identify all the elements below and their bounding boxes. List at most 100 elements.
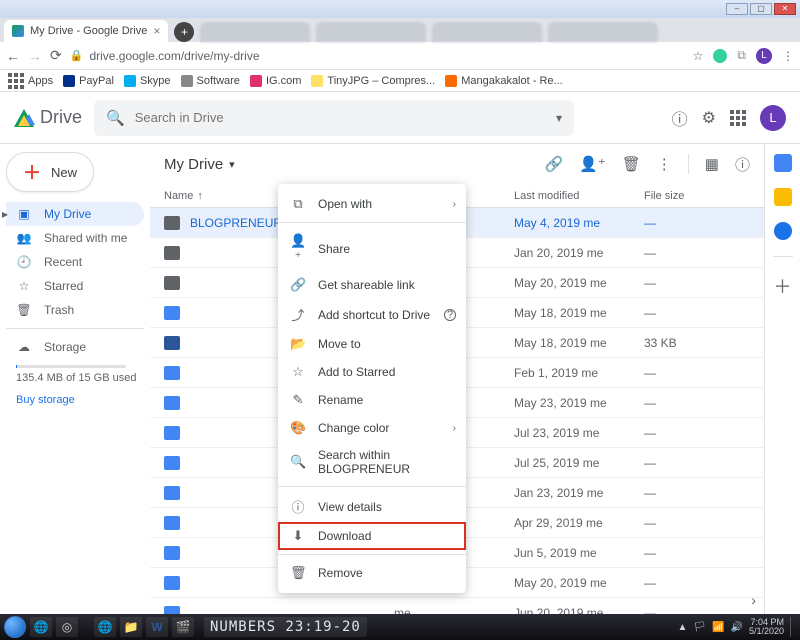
browser-tab-bg[interactable] bbox=[316, 22, 426, 42]
size-cell: — bbox=[644, 306, 750, 320]
get-link-icon[interactable]: 🔗 bbox=[544, 155, 563, 173]
ctx-move-to[interactable]: 📂Move to bbox=[278, 330, 466, 358]
extension-icon[interactable] bbox=[713, 49, 727, 63]
ctx-rename[interactable]: ✎Rename bbox=[278, 386, 466, 414]
sidebar-item-shared[interactable]: 👥Shared with me bbox=[6, 226, 144, 250]
window-close-button[interactable]: ✕ bbox=[774, 3, 796, 15]
details-icon[interactable]: ⓘ bbox=[735, 154, 750, 175]
tray-network-icon[interactable]: 📶 bbox=[712, 622, 724, 633]
file-type-icon bbox=[164, 606, 180, 615]
nav-reload-icon[interactable]: ⟳ bbox=[50, 47, 62, 64]
search-icon: 🔍 bbox=[106, 109, 125, 127]
bookmark-item[interactable]: PayPal bbox=[63, 75, 114, 87]
bookmark-item[interactable]: TinyJPG – Compres... bbox=[311, 75, 435, 87]
taskbar-app-chrome2[interactable]: 🌐 bbox=[94, 617, 116, 637]
move-icon: 📂 bbox=[290, 336, 306, 352]
taskbar-app-media[interactable]: 🎬 bbox=[172, 617, 194, 637]
ctx-add-shortcut[interactable]: ⤴Add shortcut to Drive? bbox=[278, 299, 466, 330]
browser-tab-bg[interactable] bbox=[200, 22, 310, 42]
bookmark-item[interactable]: Software bbox=[181, 75, 240, 87]
file-type-icon bbox=[164, 546, 180, 560]
bookmark-item[interactable]: IG.com bbox=[250, 75, 301, 87]
search-input[interactable] bbox=[135, 110, 546, 125]
new-tab-button[interactable]: + bbox=[174, 22, 194, 42]
drive-logo[interactable]: Drive bbox=[14, 107, 82, 128]
trash-icon: 🗑 bbox=[290, 565, 306, 581]
help-icon[interactable]: ⓘ bbox=[672, 106, 688, 130]
sidebar: ＋ New ▸ ▣ My Drive 👥Shared with me 🕘Rece… bbox=[0, 144, 150, 614]
profile-avatar[interactable]: L bbox=[756, 48, 772, 64]
taskbar-app-chrome[interactable]: 🌐 bbox=[30, 617, 52, 637]
bookmark-star-icon[interactable]: ☆ bbox=[693, 49, 704, 63]
buy-storage-link[interactable]: Buy storage bbox=[6, 394, 144, 406]
ctx-search-within[interactable]: 🔍Search within BLOGPRENEUR bbox=[278, 442, 466, 482]
ctx-open-with[interactable]: ⧉Open with› bbox=[278, 190, 466, 218]
sidebar-item-my-drive[interactable]: ▸ ▣ My Drive bbox=[6, 202, 144, 226]
path-row: My Drive ▾ 🔗 👤⁺ 🗑 ⋮ ▦ ⓘ bbox=[150, 144, 764, 184]
bookmark-item[interactable]: Skype bbox=[124, 75, 171, 87]
extension-icon[interactable]: ⧉ bbox=[737, 48, 746, 63]
tray-volume-icon[interactable]: 🔊 bbox=[731, 622, 743, 633]
tab-close-icon[interactable]: × bbox=[153, 24, 160, 38]
sidebar-item-trash[interactable]: 🗑Trash bbox=[6, 298, 144, 322]
address-bar[interactable]: 🔒 drive.google.com/drive/my-drive bbox=[70, 49, 685, 63]
ctx-view-details[interactable]: ⓘView details bbox=[278, 491, 466, 522]
nav-back-icon[interactable]: ← bbox=[6, 48, 20, 64]
taskbar-app[interactable]: ◎ bbox=[56, 617, 78, 637]
search-options-icon[interactable]: ▾ bbox=[556, 111, 562, 125]
ctx-add-starred[interactable]: ☆Add to Starred bbox=[278, 358, 466, 386]
new-button[interactable]: ＋ New bbox=[6, 152, 94, 192]
sort-asc-icon: ↑ bbox=[197, 190, 203, 202]
ctx-download[interactable]: ⬇Download bbox=[278, 522, 466, 550]
table-row[interactable]: meJun 20, 2019 me— bbox=[150, 598, 764, 614]
keep-icon[interactable] bbox=[774, 188, 792, 206]
more-icon[interactable]: ⋮ bbox=[657, 155, 672, 173]
new-label: New bbox=[51, 165, 77, 180]
tray-icon[interactable]: ▲ bbox=[677, 622, 687, 633]
calendar-icon[interactable] bbox=[774, 154, 792, 172]
modified-cell: May 23, 2019 me bbox=[514, 396, 644, 410]
window-minimize-button[interactable]: – bbox=[726, 3, 748, 15]
bookmark-item[interactable]: Mangakakalot - Re... bbox=[445, 75, 563, 87]
sidebar-item-storage[interactable]: ☁Storage bbox=[6, 335, 144, 359]
ctx-remove[interactable]: 🗑Remove bbox=[278, 559, 466, 587]
scroll-right-icon[interactable]: › bbox=[751, 592, 756, 608]
col-modified[interactable]: Last modified bbox=[514, 190, 644, 202]
browser-tab-bg[interactable] bbox=[548, 22, 658, 42]
search-box[interactable]: 🔍 ▾ bbox=[94, 100, 574, 136]
taskbar-app-explorer[interactable]: 📁 bbox=[120, 617, 142, 637]
ctx-get-link[interactable]: 🔗Get shareable link bbox=[278, 271, 466, 299]
bookmark-apps[interactable]: Apps bbox=[8, 73, 53, 89]
ctx-share[interactable]: 👤⁺Share bbox=[278, 227, 466, 271]
tasks-icon[interactable] bbox=[774, 222, 792, 240]
tray-flag-icon[interactable]: 🏳 bbox=[693, 622, 706, 633]
addons-plus-icon[interactable]: ＋ bbox=[774, 273, 792, 291]
system-clock[interactable]: 7:04 PM 5/1/2020 bbox=[749, 618, 784, 637]
col-size[interactable]: File size bbox=[644, 190, 750, 202]
chevron-right-icon[interactable]: ▸ bbox=[2, 207, 8, 221]
browser-menu-icon[interactable]: ⋮ bbox=[782, 49, 794, 63]
grid-view-icon[interactable]: ▦ bbox=[705, 155, 719, 173]
browser-tab-bg[interactable] bbox=[432, 22, 542, 42]
account-avatar[interactable]: L bbox=[760, 105, 786, 131]
nav-forward-icon[interactable]: → bbox=[28, 48, 42, 64]
size-cell: — bbox=[644, 396, 750, 410]
taskbar-window-title[interactable]: NUMBERS 23:19-20 bbox=[204, 617, 367, 637]
apps-launcher-icon[interactable] bbox=[730, 110, 746, 126]
browser-tab-active[interactable]: My Drive - Google Drive × bbox=[4, 20, 168, 42]
taskbar-app-word[interactable]: W bbox=[146, 617, 168, 637]
sidebar-item-starred[interactable]: ☆Starred bbox=[6, 274, 144, 298]
remove-icon[interactable]: 🗑 bbox=[622, 155, 641, 173]
ctx-change-color[interactable]: 🎨Change color› bbox=[278, 414, 466, 442]
breadcrumb[interactable]: My Drive ▾ bbox=[164, 156, 235, 173]
show-desktop-button[interactable] bbox=[790, 617, 796, 637]
start-button[interactable] bbox=[4, 616, 26, 638]
chevron-down-icon: ▾ bbox=[229, 158, 235, 171]
cloud-icon: ☁ bbox=[16, 340, 32, 354]
share-person-icon[interactable]: 👤⁺ bbox=[579, 155, 606, 173]
sidebar-item-recent[interactable]: 🕘Recent bbox=[6, 250, 144, 274]
modified-cell: Jan 23, 2019 me bbox=[514, 486, 644, 500]
window-maximize-button[interactable]: ▢ bbox=[750, 3, 772, 15]
settings-gear-icon[interactable]: ⚙ bbox=[702, 108, 716, 128]
help-icon[interactable]: ? bbox=[444, 309, 456, 321]
